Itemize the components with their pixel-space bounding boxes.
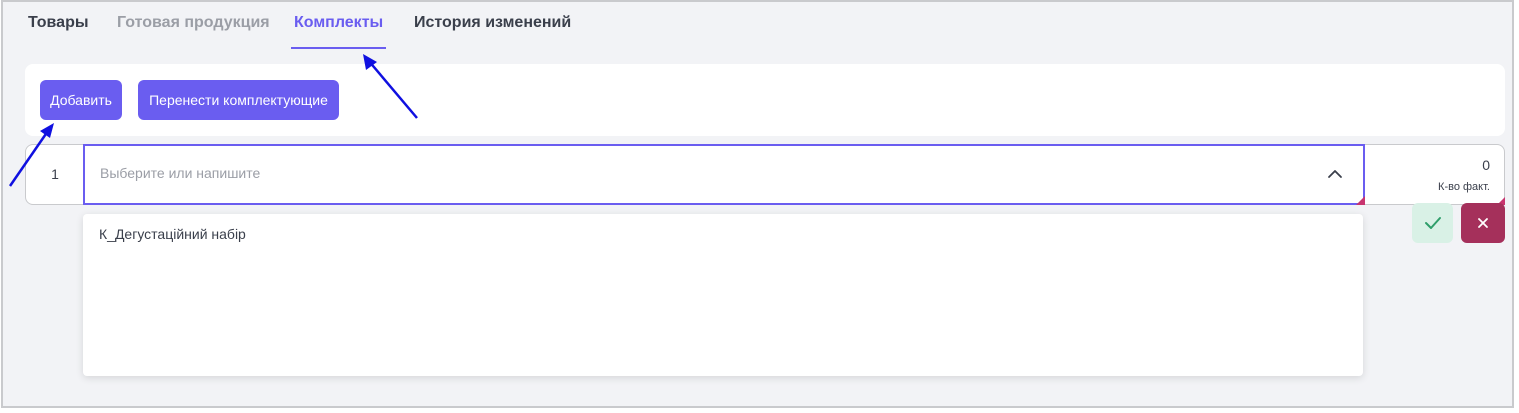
toolbar: Добавить Перенести комплектующие bbox=[25, 64, 1505, 136]
close-icon bbox=[1478, 218, 1488, 228]
cancel-button[interactable] bbox=[1461, 203, 1505, 243]
dropdown-option[interactable]: К_Дегустаційний набір bbox=[99, 226, 246, 242]
confirm-button[interactable] bbox=[1412, 203, 1453, 243]
kit-row: 1 Выберите или напишите 0 К-во факт. bbox=[25, 144, 1505, 205]
kit-select[interactable]: Выберите или напишите bbox=[83, 144, 1365, 205]
tab-products[interactable]: Товары bbox=[28, 14, 89, 32]
required-corner-marker bbox=[1356, 196, 1365, 205]
active-tab-indicator bbox=[291, 47, 386, 49]
tab-change-history[interactable]: История изменений bbox=[414, 14, 571, 32]
tab-kits[interactable]: Комплекты bbox=[294, 14, 383, 32]
kit-dropdown: К_Дегустаційний набір bbox=[83, 214, 1363, 376]
qty-label: К-во факт. bbox=[1438, 181, 1490, 193]
qty-value[interactable]: 0 bbox=[1482, 157, 1490, 173]
add-button[interactable]: Добавить bbox=[40, 80, 122, 120]
row-number: 1 bbox=[51, 166, 59, 182]
check-icon bbox=[1425, 217, 1441, 229]
content-frame: Товары Готовая продукция Комплекты Истор… bbox=[1, 0, 1514, 408]
chevron-up-icon[interactable] bbox=[1325, 164, 1345, 184]
select-placeholder: Выберите или напишите bbox=[100, 165, 261, 181]
tab-finished-products[interactable]: Готовая продукция bbox=[117, 14, 270, 32]
move-components-button[interactable]: Перенести комплектующие bbox=[138, 80, 339, 120]
